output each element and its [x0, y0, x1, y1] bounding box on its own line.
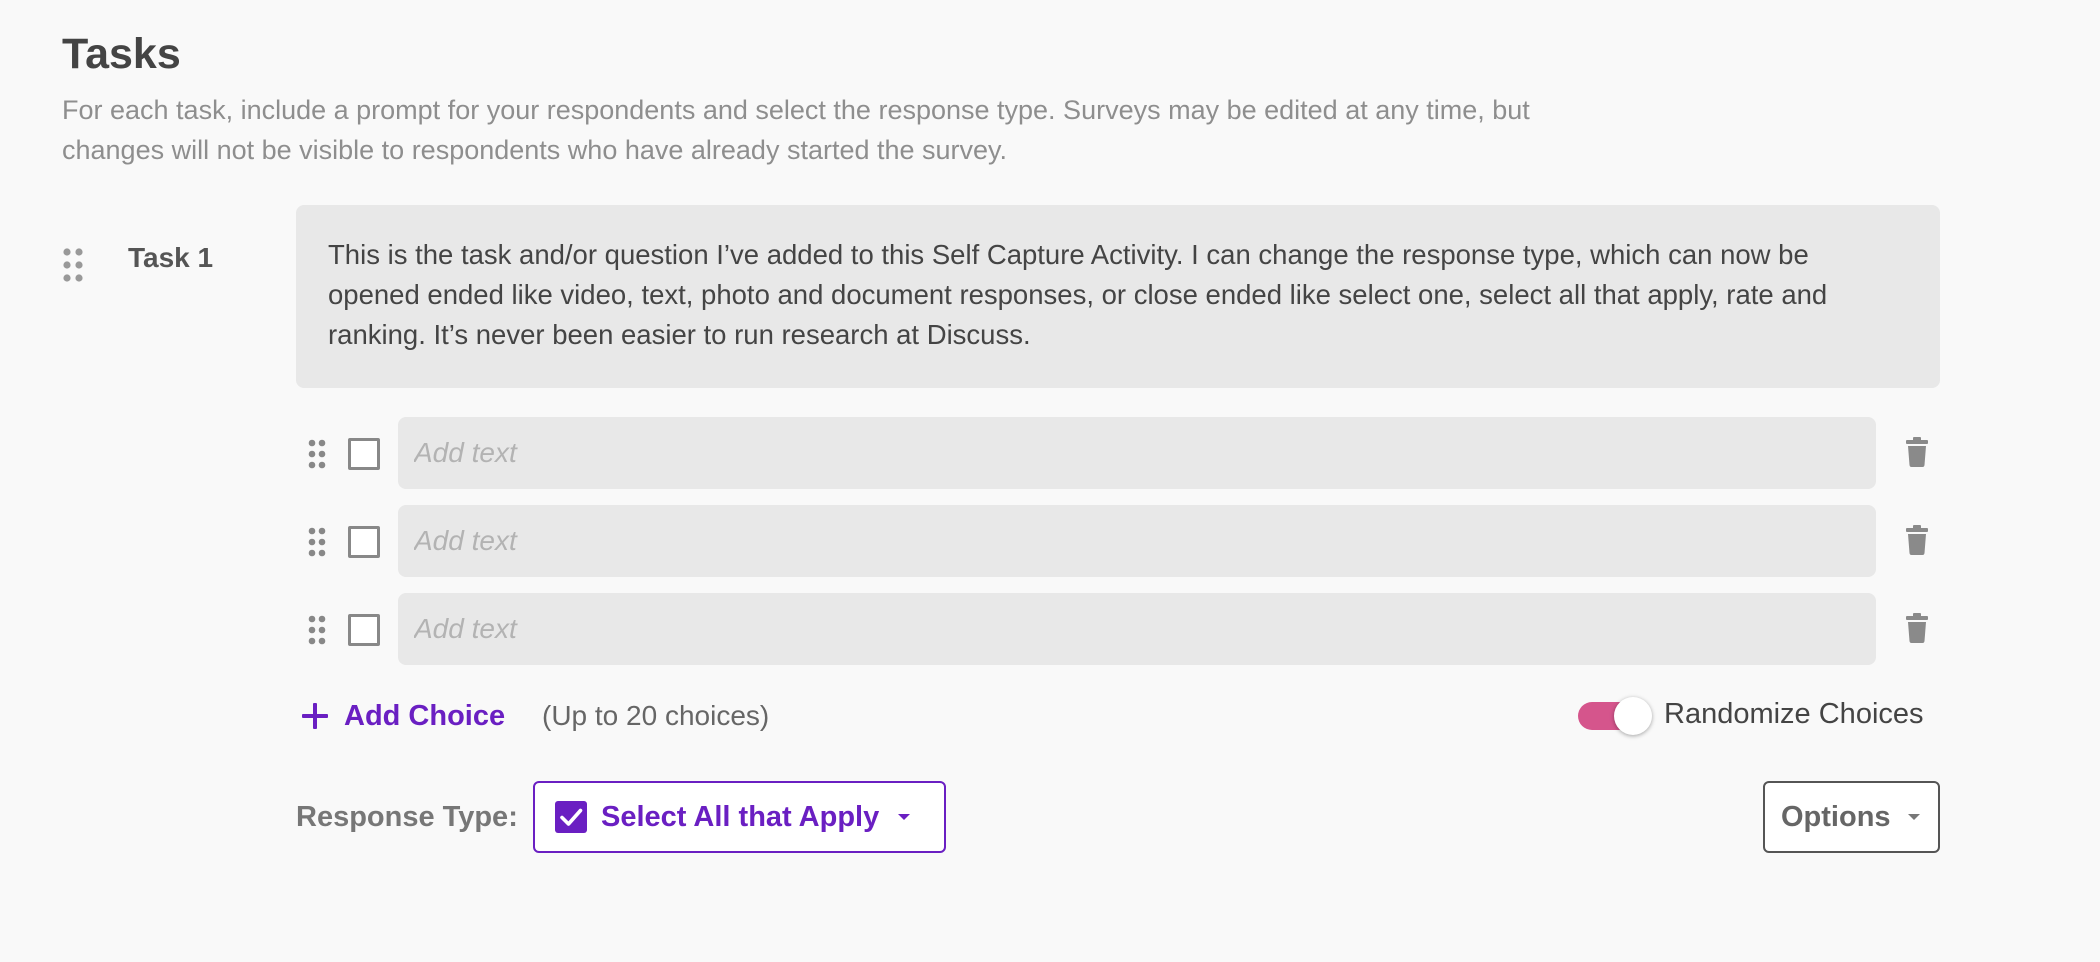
randomize-toggle[interactable] [1578, 697, 1652, 735]
choice-text-input[interactable] [398, 417, 1876, 489]
choice-row [296, 593, 1940, 665]
section-title: Tasks [62, 30, 181, 78]
response-type-value: Select All that Apply [601, 800, 880, 833]
choice-checkbox[interactable] [348, 526, 380, 558]
drag-handle-icon[interactable] [308, 615, 326, 645]
caret-down-icon [1907, 814, 1920, 820]
plus-icon [302, 703, 328, 729]
trash-icon[interactable] [1906, 613, 1928, 643]
options-dropdown-button[interactable]: Options [1763, 781, 1940, 853]
choice-row [296, 417, 1940, 489]
response-type-dropdown[interactable]: Select All that Apply [533, 781, 946, 853]
choice-checkbox[interactable] [348, 438, 380, 470]
randomize-label: Randomize Choices [1664, 698, 1924, 730]
section-description: For each task, include a prompt for your… [62, 95, 1530, 165]
drag-handle-icon[interactable] [308, 527, 326, 557]
response-type-label: Response Type: [296, 801, 518, 833]
options-label: Options [1781, 800, 1891, 833]
survey-task-editor: Tasks For each task, include a prompt fo… [0, 0, 2100, 962]
task-prompt-field[interactable]: This is the task and/or question I’ve ad… [296, 205, 1940, 388]
task-drag-handle-icon[interactable] [62, 248, 84, 282]
choice-row [296, 505, 1940, 577]
add-choice-button[interactable]: Add Choice [300, 696, 505, 736]
trash-icon[interactable] [1906, 437, 1928, 467]
trash-icon[interactable] [1906, 525, 1928, 555]
add-choice-label: Add Choice [344, 699, 506, 732]
toggle-knob [1614, 697, 1652, 735]
caret-down-icon [898, 814, 911, 820]
task-label: Task 1 [128, 242, 214, 273]
choice-checkbox[interactable] [348, 614, 380, 646]
choice-limit-text: (Up to 20 choices) [542, 700, 770, 731]
drag-handle-icon[interactable] [308, 439, 326, 469]
checkbox-checked-icon [555, 801, 587, 833]
choice-text-input[interactable] [398, 593, 1876, 665]
choice-text-input[interactable] [398, 505, 1876, 577]
